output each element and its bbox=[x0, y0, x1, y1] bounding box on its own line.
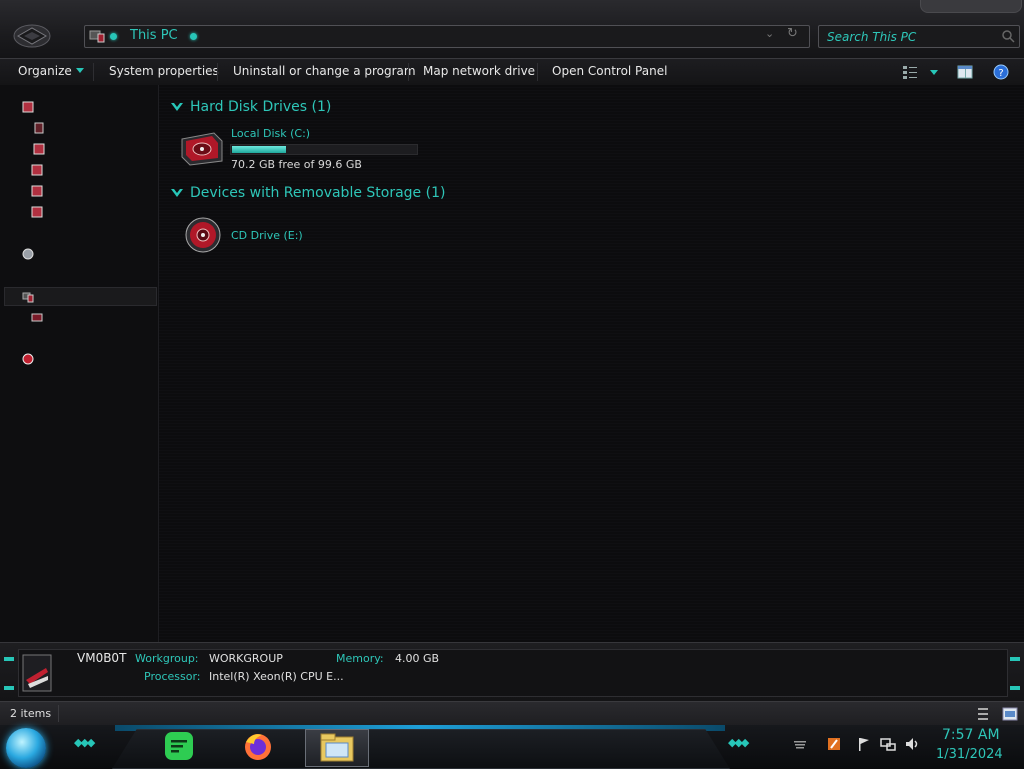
address-separator-dot bbox=[110, 33, 117, 40]
details-accent bbox=[4, 657, 14, 661]
open-control-panel-button[interactable]: Open Control Panel bbox=[552, 64, 667, 78]
firefox-icon[interactable] bbox=[242, 730, 274, 762]
command-separator bbox=[408, 63, 409, 81]
item-count: 2 items bbox=[10, 707, 52, 720]
network-icon[interactable] bbox=[880, 736, 896, 752]
hard-drive-icon[interactable] bbox=[180, 131, 224, 167]
view-dropdown-icon[interactable] bbox=[930, 70, 938, 75]
map-network-drive-button[interactable]: Map network drive bbox=[423, 64, 535, 78]
help-icon[interactable]: ? bbox=[993, 64, 1009, 80]
cd-drive-icon[interactable] bbox=[184, 216, 222, 254]
volume-icon[interactable] bbox=[904, 736, 920, 752]
clock-date[interactable]: 1/31/2024 bbox=[936, 747, 1003, 762]
details-accent bbox=[1010, 657, 1020, 661]
music-icon bbox=[31, 206, 43, 218]
drive-usage-fill bbox=[232, 146, 286, 153]
command-separator bbox=[217, 63, 218, 81]
search-input[interactable] bbox=[825, 28, 999, 46]
search-box[interactable] bbox=[818, 25, 1020, 48]
favorites-icon bbox=[22, 101, 34, 113]
homegroup-icon bbox=[22, 248, 34, 260]
group-header-removable-storage[interactable]: Devices with Removable Storage (1) bbox=[190, 185, 445, 201]
address-separator-dot[interactable] bbox=[190, 33, 197, 40]
processor-value: Intel(R) Xeon(R) CPU E... bbox=[209, 670, 344, 683]
command-separator bbox=[537, 63, 538, 81]
drive-usage-bar bbox=[230, 144, 418, 155]
organize-button[interactable]: Organize bbox=[18, 64, 84, 78]
system-properties-button[interactable]: System properties bbox=[109, 64, 219, 78]
large-icons-view-icon[interactable] bbox=[1002, 707, 1018, 721]
command-separator bbox=[93, 63, 94, 81]
memory-label: Memory: bbox=[336, 652, 384, 665]
file-explorer-icon bbox=[320, 733, 354, 762]
start-orb-icon[interactable] bbox=[6, 728, 46, 768]
alien-nav-icon bbox=[13, 24, 51, 48]
details-accent bbox=[1010, 686, 1020, 690]
titlebar-ridge bbox=[920, 0, 1022, 13]
taskbar-chevron-icon: ◆◆◆ bbox=[74, 736, 95, 749]
collapse-chevron-icon[interactable] bbox=[170, 101, 184, 113]
computer-icon bbox=[22, 654, 52, 692]
clock-time[interactable]: 7:57 AM bbox=[942, 727, 1000, 743]
workgroup-value: WORKGROUP bbox=[209, 652, 283, 665]
command-bar: Organize System properties Uninstall or … bbox=[0, 58, 1024, 86]
change-view-icon[interactable] bbox=[902, 64, 918, 80]
pc-icon bbox=[22, 292, 34, 303]
pc-icon bbox=[89, 30, 105, 43]
organize-label: Organize bbox=[18, 64, 72, 78]
memory-value: 4.00 GB bbox=[395, 652, 440, 665]
organize-dropdown-icon bbox=[75, 68, 84, 73]
status-separator bbox=[58, 705, 59, 722]
svg-text:?: ? bbox=[998, 68, 1003, 79]
recent-places-icon bbox=[31, 164, 43, 176]
address-bar[interactable]: This PC ⌄ ↻ bbox=[84, 25, 810, 48]
drive-free-space: 70.2 GB free of 99.6 GB bbox=[231, 158, 362, 171]
taskbar-plate bbox=[112, 729, 730, 769]
preview-pane-icon[interactable] bbox=[957, 64, 973, 80]
drive-name-local-disk[interactable]: Local Disk (C:) bbox=[231, 127, 310, 140]
taskbar-chevron-icon: ◆◆◆ bbox=[728, 736, 749, 749]
drive-name-cd-drive[interactable]: CD Drive (E:) bbox=[231, 229, 303, 242]
navigation-pane bbox=[0, 85, 159, 642]
collapse-chevron-icon[interactable] bbox=[170, 187, 184, 199]
taskbar-active-app[interactable] bbox=[305, 729, 369, 767]
address-dropdown-icon[interactable]: ⌄ bbox=[765, 27, 774, 40]
details-view-icon[interactable] bbox=[977, 707, 989, 721]
status-bar: 2 items bbox=[0, 701, 1024, 726]
desktop-icon bbox=[34, 122, 44, 134]
refresh-icon[interactable]: ↻ bbox=[787, 26, 798, 41]
workgroup-label: Workgroup: bbox=[135, 652, 199, 665]
power-icon[interactable] bbox=[826, 736, 842, 752]
library-icon bbox=[31, 185, 43, 197]
computer-name: VM0B0T bbox=[77, 651, 127, 665]
details-accent bbox=[4, 686, 14, 690]
uninstall-program-button[interactable]: Uninstall or change a program bbox=[233, 64, 416, 78]
notes-app-icon[interactable] bbox=[163, 730, 195, 762]
network-icon bbox=[22, 353, 34, 365]
processor-label: Processor: bbox=[144, 670, 201, 683]
downloads-icon bbox=[33, 143, 45, 155]
show-hidden-icons-icon[interactable] bbox=[792, 736, 808, 752]
address-location[interactable]: This PC bbox=[130, 28, 178, 43]
search-icon[interactable] bbox=[1001, 29, 1015, 43]
flag-icon[interactable] bbox=[856, 736, 872, 752]
hard-drive-icon bbox=[31, 313, 43, 322]
group-header-hard-disk-drives[interactable]: Hard Disk Drives (1) bbox=[190, 99, 331, 115]
nav-back-button[interactable] bbox=[12, 22, 52, 50]
